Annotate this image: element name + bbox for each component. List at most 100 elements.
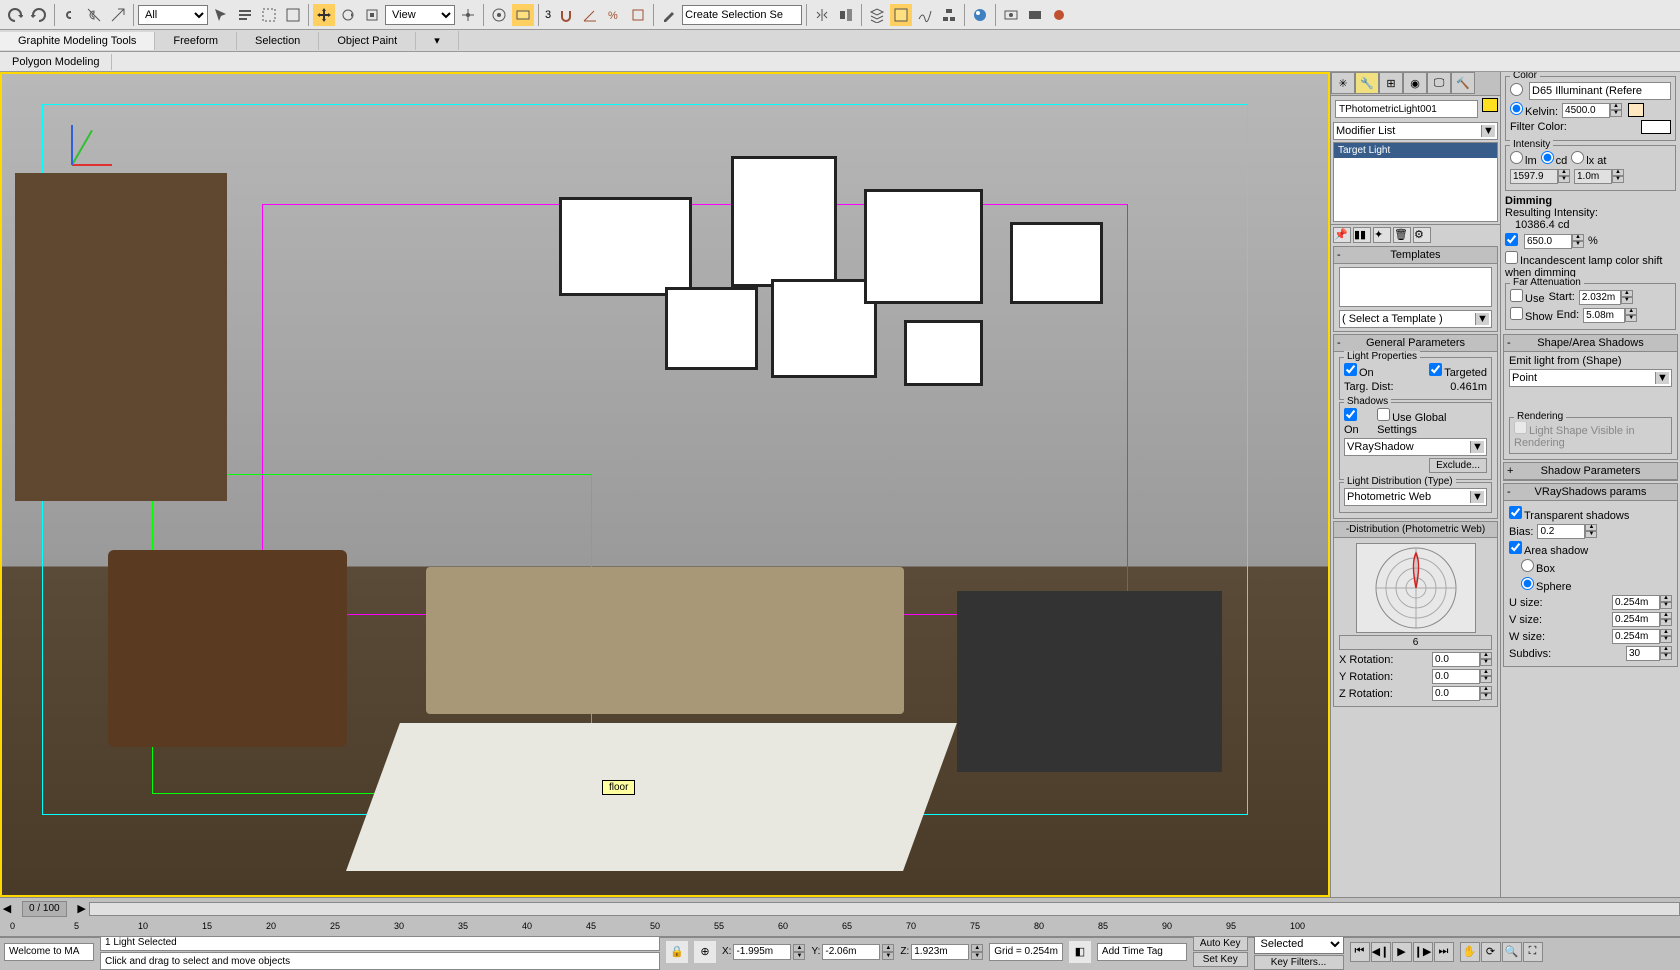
- object-name-field[interactable]: TPhotometricLight001: [1335, 100, 1478, 118]
- undo-icon[interactable]: [4, 4, 26, 26]
- tab-object-paint[interactable]: Object Paint: [319, 32, 416, 50]
- end-spinner[interactable]: ▲▼: [1583, 308, 1637, 323]
- next-frame-icon[interactable]: ❙▶: [1413, 942, 1433, 962]
- material-editor-icon[interactable]: [969, 4, 991, 26]
- hierarchy-tab-icon[interactable]: ⊞: [1379, 72, 1403, 94]
- gizmo[interactable]: [62, 134, 122, 194]
- template-dropdown[interactable]: ( Select a Template )▼: [1339, 310, 1492, 328]
- key-filters-button[interactable]: Key Filters...: [1254, 955, 1344, 970]
- goto-end-icon[interactable]: ⏭: [1434, 942, 1454, 962]
- layers-icon[interactable]: [866, 4, 888, 26]
- sphere-radio[interactable]: Sphere: [1521, 577, 1571, 593]
- templates-header[interactable]: -Templates: [1334, 247, 1497, 264]
- move-icon[interactable]: [313, 4, 335, 26]
- link-icon[interactable]: [59, 4, 81, 26]
- x-input[interactable]: [733, 944, 791, 960]
- goto-start-icon[interactable]: ⏮: [1350, 942, 1370, 962]
- display-tab-icon[interactable]: 🖵: [1427, 72, 1451, 94]
- select-region-icon[interactable]: [258, 4, 280, 26]
- rotate-icon[interactable]: [337, 4, 359, 26]
- render-frame-icon[interactable]: [1024, 4, 1046, 26]
- gizmo-y-axis[interactable]: [71, 130, 93, 166]
- box-radio[interactable]: Box: [1521, 559, 1555, 575]
- use-checkbox[interactable]: Use: [1510, 289, 1545, 305]
- prev-frame-icon[interactable]: ◀❙: [1371, 942, 1391, 962]
- vray-shadows-header[interactable]: -VRayShadows params: [1504, 484, 1677, 501]
- pan-icon[interactable]: ✋: [1460, 942, 1480, 962]
- render-icon[interactable]: [1048, 4, 1070, 26]
- redo-icon[interactable]: [28, 4, 50, 26]
- lxat-radio[interactable]: lx at: [1571, 151, 1606, 167]
- z-input[interactable]: [911, 944, 969, 960]
- selection-filter-dropdown[interactable]: All: [138, 5, 208, 25]
- shape-dropdown[interactable]: Point▼: [1509, 369, 1672, 387]
- script-listener[interactable]: Welcome to MA: [4, 943, 94, 961]
- targeted-checkbox[interactable]: Targeted: [1429, 363, 1487, 379]
- dist-type-dropdown[interactable]: Photometric Web▼: [1344, 488, 1487, 506]
- vsize-spinner[interactable]: ▲▼: [1612, 612, 1672, 627]
- time-scroll-right-icon[interactable]: ▶: [75, 902, 89, 915]
- autokey-button[interactable]: Auto Key: [1193, 936, 1248, 951]
- manipulate-icon[interactable]: [488, 4, 510, 26]
- web-file-button[interactable]: 6: [1339, 635, 1492, 650]
- mirror-icon[interactable]: [811, 4, 833, 26]
- wsize-spinner[interactable]: ▲▼: [1612, 629, 1672, 644]
- lm-radio[interactable]: lm: [1510, 151, 1537, 167]
- time-ruler[interactable]: 0510152025303540455055606570758085909510…: [0, 919, 1680, 937]
- pin-stack-icon[interactable]: 📌: [1333, 227, 1351, 243]
- ref-coord-dropdown[interactable]: View: [385, 5, 455, 25]
- show-checkbox[interactable]: Show: [1510, 307, 1553, 323]
- curve-editor-icon[interactable]: [914, 4, 936, 26]
- time-scroll-left-icon[interactable]: ◀: [0, 902, 14, 915]
- stack-item-target-light[interactable]: Target Light: [1334, 143, 1497, 158]
- select-name-icon[interactable]: [234, 4, 256, 26]
- start-spinner[interactable]: ▲▼: [1579, 290, 1633, 305]
- gizmo-z-axis[interactable]: [71, 125, 73, 165]
- tab-expand-icon[interactable]: ▾: [416, 31, 459, 50]
- on-checkbox[interactable]: On: [1344, 363, 1374, 379]
- show-result-icon[interactable]: ▮▮: [1353, 227, 1371, 243]
- shape-shadows-header[interactable]: -Shape/Area Shadows: [1504, 335, 1677, 352]
- area-shadow-checkbox[interactable]: Area shadow: [1509, 541, 1588, 557]
- xrot-spinner[interactable]: ▲▼: [1432, 652, 1492, 667]
- remove-mod-icon[interactable]: 🗑: [1393, 227, 1411, 243]
- exclude-button[interactable]: Exclude...: [1429, 458, 1487, 473]
- bind-icon[interactable]: [107, 4, 129, 26]
- lock-selection-icon[interactable]: 🔒: [666, 941, 688, 963]
- time-scrollbar[interactable]: [89, 902, 1680, 916]
- pivot-icon[interactable]: [457, 4, 479, 26]
- edit-selection-icon[interactable]: [658, 4, 680, 26]
- zrot-spinner[interactable]: ▲▼: [1432, 686, 1492, 701]
- motion-tab-icon[interactable]: ◉: [1403, 72, 1427, 94]
- trans-shadows-checkbox[interactable]: Transparent shadows: [1509, 506, 1629, 522]
- align-icon[interactable]: [835, 4, 857, 26]
- add-time-tag[interactable]: Add Time Tag: [1097, 943, 1187, 961]
- shadow-params-header[interactable]: +Shadow Parameters: [1504, 463, 1677, 480]
- kelvin-swatch[interactable]: [1628, 103, 1644, 117]
- shadow-type-dropdown[interactable]: VRayShadow▼: [1344, 438, 1487, 456]
- incand-checkbox[interactable]: Incandescent lamp color shift when dimmi…: [1505, 251, 1676, 279]
- yrot-spinner[interactable]: ▲▼: [1432, 669, 1492, 684]
- abs-rel-icon[interactable]: ⊕: [694, 941, 716, 963]
- render-setup-icon[interactable]: [1000, 4, 1022, 26]
- make-unique-icon[interactable]: ✦: [1373, 227, 1391, 243]
- object-color-swatch[interactable]: [1482, 98, 1498, 112]
- zoom-icon[interactable]: 🔍: [1502, 942, 1522, 962]
- spinner-snap-icon[interactable]: [627, 4, 649, 26]
- usize-spinner[interactable]: ▲▼: [1612, 595, 1672, 610]
- web-preview[interactable]: [1356, 543, 1476, 633]
- percent-snap-icon[interactable]: %: [603, 4, 625, 26]
- tab-selection[interactable]: Selection: [237, 32, 319, 50]
- select-icon[interactable]: [210, 4, 232, 26]
- modifier-list-dropdown[interactable]: Modifier List▼: [1333, 122, 1498, 140]
- layer-manager-icon[interactable]: [890, 4, 912, 26]
- subdivs-spinner[interactable]: ▲▼: [1626, 646, 1672, 661]
- modifier-stack[interactable]: Target Light: [1333, 142, 1498, 222]
- named-selection-input[interactable]: [682, 5, 802, 25]
- utilities-tab-icon[interactable]: 🔨: [1451, 72, 1475, 94]
- general-params-header[interactable]: -General Parameters: [1334, 335, 1497, 352]
- subtab-polygon-modeling[interactable]: Polygon Modeling: [0, 54, 112, 70]
- dimming-checkbox[interactable]: [1505, 233, 1520, 249]
- shadows-on-checkbox[interactable]: On: [1344, 408, 1373, 436]
- y-input[interactable]: [822, 944, 880, 960]
